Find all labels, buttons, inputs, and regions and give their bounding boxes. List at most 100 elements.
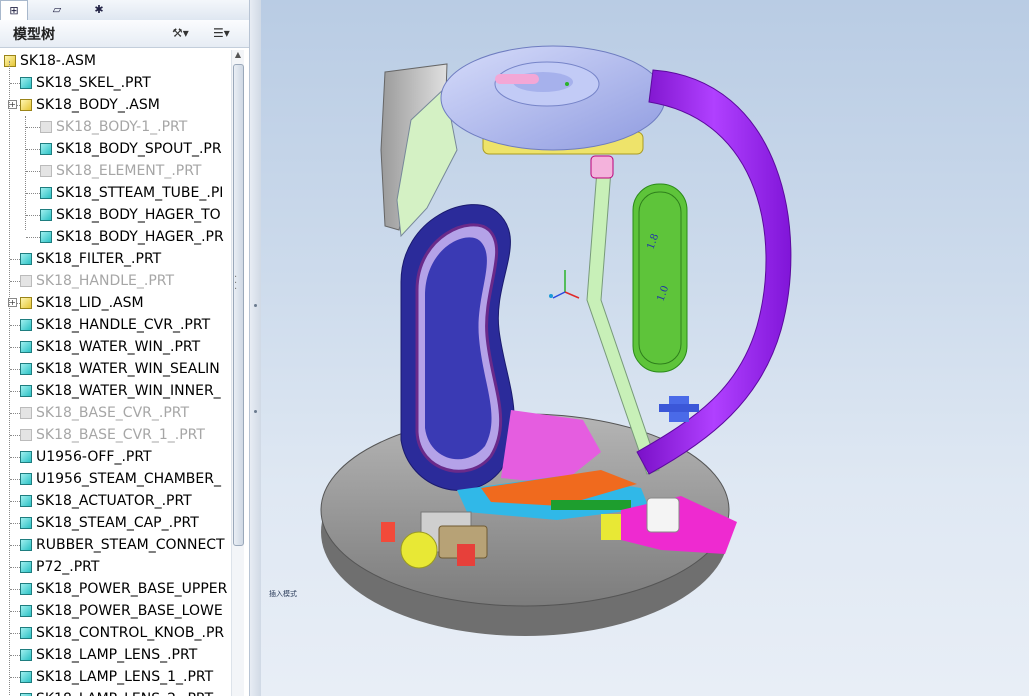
tree-connector [10,633,20,634]
assembly-icon [4,55,16,67]
tree-row-label: SK18_POWER_BASE_UPPER [36,581,228,597]
tree-row[interactable]: SK18_LAMP_LENS_2_.PRT [0,688,230,696]
tree-connector [10,281,20,282]
model-tree-list: SK18-.ASM SK18_SKEL_.PRT + SK18_BODY_.ASM SK… [0,50,230,696]
folder-browser-tab[interactable]: ▱ [44,0,70,19]
tree-row[interactable]: SK18_BASE_CVR_1_.PRT [0,424,230,446]
tree-row[interactable]: SK18_FILTER_.PRT [0,248,230,270]
tree-row-label: SK18_WATER_WIN_SEALIN [36,361,220,377]
part-icon [20,253,32,265]
part-icon [20,649,32,661]
tree-row-label: P72_.PRT [36,559,100,575]
tree-row[interactable]: U1956_STEAM_CHAMBER_ [0,468,230,490]
part-icon [20,671,32,683]
tree-row[interactable]: SK18_ELEMENT_.PRT [0,160,230,182]
tree-row[interactable]: RUBBER_STEAM_CONNECT [0,534,230,556]
tree-row[interactable]: SK18_HANDLE_CVR_.PRT [0,314,230,336]
part-icon [40,165,52,177]
tree-row[interactable]: SK18_POWER_BASE_LOWE [0,600,230,622]
tree-row-label: SK18_FILTER_.PRT [36,251,162,267]
tree-row[interactable]: SK18_LAMP_LENS_.PRT [0,644,230,666]
water-window: 1.8 1.0 [632,183,688,373]
tree-row-label: SK18-.ASM [20,53,96,69]
tree-row-label: SK18_STTEAM_TUBE_.PI [56,185,224,201]
tree-row[interactable]: SK18_WATER_WIN_SEALIN [0,358,230,380]
tree-connector [26,127,40,128]
tree-row[interactable]: U1956-OFF_.PRT [0,446,230,468]
panel-splitter[interactable] [250,0,261,696]
scroll-thumb[interactable] [233,64,244,546]
tree-row-label: SK18_SKEL_.PRT [36,75,151,91]
navigator-tab-strip: ⊞ ▱ ✱ [0,0,249,21]
kettle-model-view: 1.8 1.0 插入模式 [269,45,792,636]
tree-row[interactable]: SK18_CONTROL_KNOB_.PR [0,622,230,644]
tree-connector [26,149,40,150]
tree-row[interactable]: SK18_SKEL_.PRT [0,72,230,94]
tree-connector [10,413,20,414]
part-icon [20,341,32,353]
tree-row[interactable]: SK18_BODY-1_.PRT [0,116,230,138]
tree-row[interactable]: SK18_ACTUATOR_.PRT [0,490,230,512]
tree-connector [10,435,20,436]
tree-row[interactable]: SK18_BASE_CVR_.PRT [0,402,230,424]
part-icon [20,539,32,551]
tree-row-label: SK18_STEAM_CAP_.PRT [36,515,199,531]
part-icon [20,319,32,331]
tree-row-label: SK18_BODY_HAGER_TO [56,207,221,223]
tree-row-label: SK18_BODY-1_.PRT [56,119,188,135]
tree-row[interactable]: SK18_LAMP_LENS_1_.PRT [0,666,230,688]
tree-row[interactable]: SK18_BODY_SPOUT_.PR [0,138,230,160]
tree-connector [26,215,40,216]
graphics-viewport[interactable]: 1.8 1.0 插入模式 [261,0,1029,696]
part-icon [40,121,52,133]
tree-row-label: SK18_WATER_WIN_INNER_ [36,383,221,399]
model-tree-tab[interactable]: ⊞ [0,0,28,21]
part-icon [20,77,32,89]
tree-row[interactable]: SK18_STEAM_CAP_.PRT [0,512,230,534]
scroll-up-icon[interactable]: ▲ [233,50,243,62]
tree-row[interactable]: SK18_WATER_WIN_.PRT [0,336,230,358]
part-icon [40,187,52,199]
tree-row[interactable]: SK18_BODY_HAGER_TO [0,204,230,226]
part-icon [20,583,32,595]
tree-row-label: U1956-OFF_.PRT [36,449,152,465]
tree-connector [10,523,20,524]
tree-row[interactable]: SK18_WATER_WIN_INNER_ [0,380,230,402]
part-icon [40,209,52,221]
splitter-dot [254,410,257,413]
tree-row[interactable]: SK18_STTEAM_TUBE_.PI [0,182,230,204]
tree-row[interactable]: SK18_HANDLE_.PRT [0,270,230,292]
tree-connector [10,391,20,392]
tree-row-label: SK18_LID_.ASM [36,295,144,311]
tree-row-label: SK18_ACTUATOR_.PRT [36,493,192,509]
tree-scrollbar[interactable]: ▲ [231,50,244,696]
tree-row-label: SK18_BODY_HAGER_.PR [56,229,224,245]
tree-connector [10,479,20,480]
tree-row[interactable]: + SK18_LID_.ASM [0,292,230,314]
part-icon [20,561,32,573]
part-icon [20,495,32,507]
favorites-tab[interactable]: ✱ [86,0,112,19]
tree-row[interactable]: SK18_POWER_BASE_UPPER [0,578,230,600]
tree-row-label: SK18_POWER_BASE_LOWE [36,603,223,619]
insert-mode-label: 插入模式 [269,589,297,598]
tree-connector [10,501,20,502]
part-icon [40,143,52,155]
tree-connector [26,193,40,194]
tree-row[interactable]: P72_.PRT [0,556,230,578]
coordinate-axes-icon [549,270,580,299]
tree-row[interactable]: SK18_BODY_HAGER_.PR [0,226,230,248]
model-tree-panel: ⊞ ▱ ✱ 模型树 ⚒▾ ☰▾ SK18-.ASM SK18_SKEL_.PRT +… [0,0,250,696]
tree-connector [10,259,20,260]
part-icon [20,605,32,617]
tree-connector [10,567,20,568]
tree-settings-icon[interactable]: ⚒▾ [172,24,189,42]
tree-row-label: SK18_WATER_WIN_.PRT [36,339,201,355]
tree-row[interactable]: + SK18_BODY_.ASM [0,94,230,116]
body-window [400,204,515,491]
tree-connector [10,589,20,590]
tree-row-label: SK18_BASE_CVR_1_.PRT [36,427,205,443]
tree-show-icon[interactable]: ☰▾ [213,24,230,42]
model-tree-title: 模型树 [13,27,55,43]
tree-row[interactable]: SK18-.ASM [0,50,230,72]
